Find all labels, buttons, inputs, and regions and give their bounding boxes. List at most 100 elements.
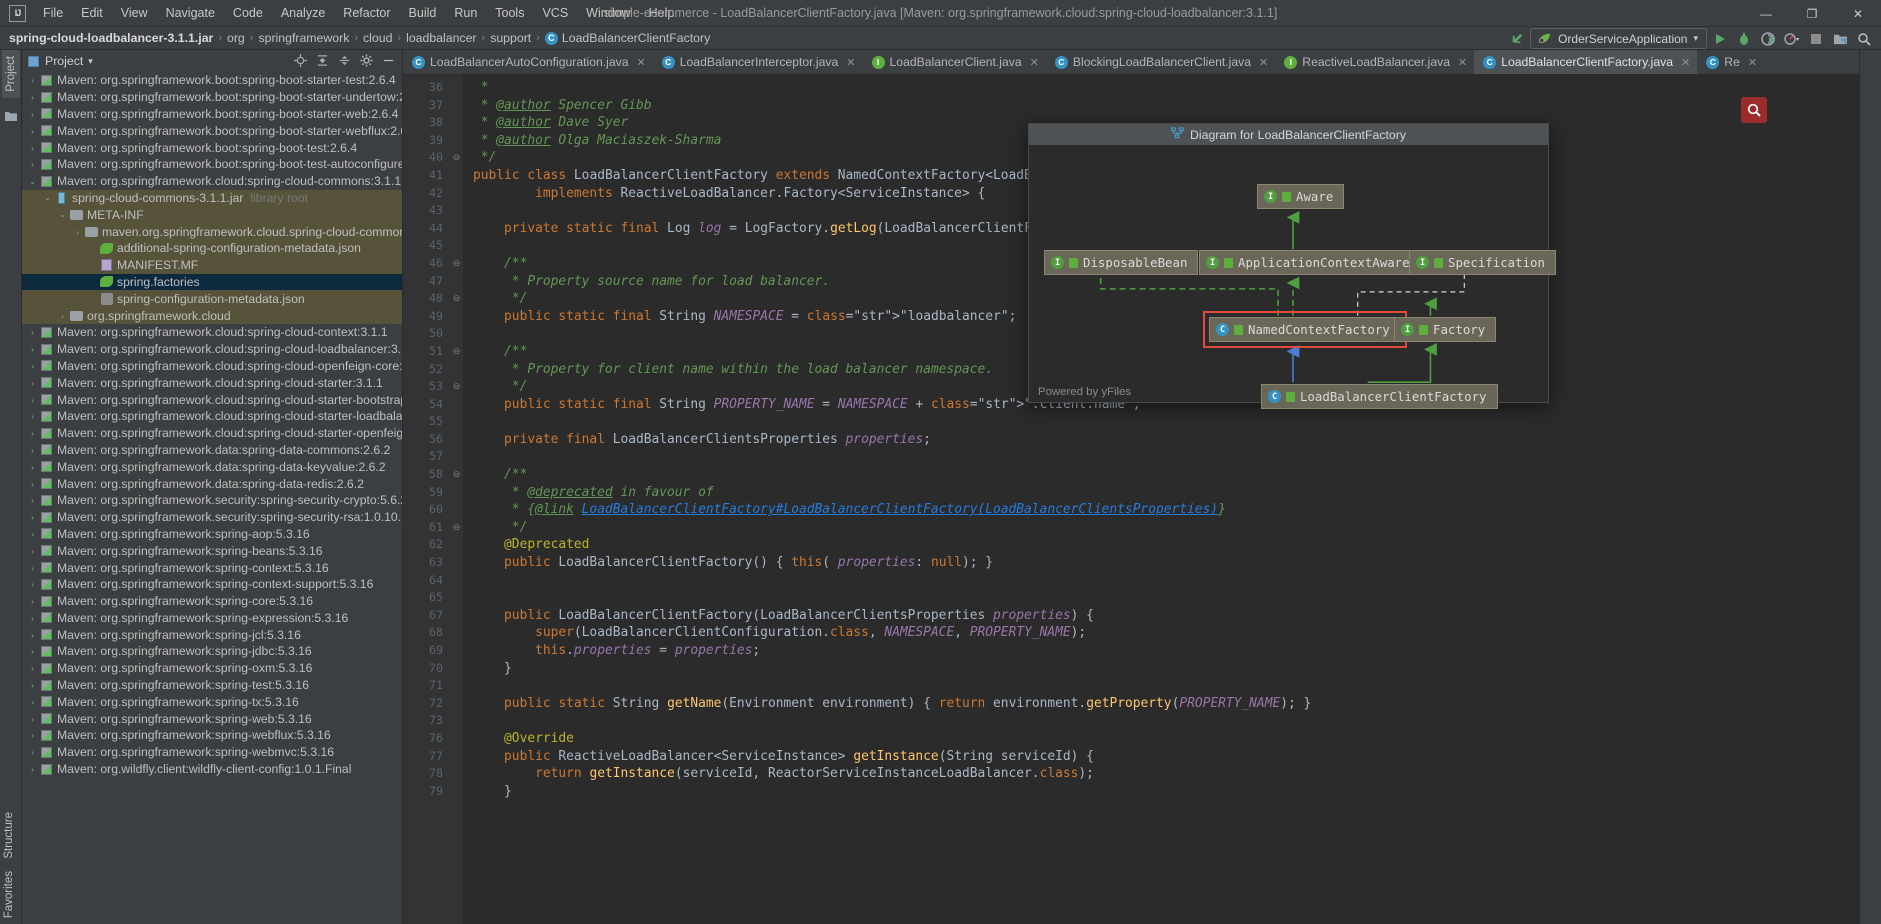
line-number[interactable]: 63 [403, 554, 450, 572]
line-number[interactable]: 52 [403, 361, 450, 379]
close-button[interactable]: ✕ [1835, 0, 1881, 27]
chevron-right-icon[interactable]: › [26, 747, 39, 757]
tree-row[interactable]: ›Maven: org.springframework.cloud:spring… [22, 408, 402, 425]
chevron-right-icon[interactable]: › [26, 479, 39, 489]
fold-marker[interactable] [450, 695, 463, 713]
fold-marker[interactable] [450, 361, 463, 379]
diagram-node-aware[interactable]: IAware [1257, 184, 1344, 209]
fold-marker[interactable] [450, 220, 463, 238]
chevron-right-icon[interactable]: › [26, 697, 39, 707]
breadcrumb-item-1[interactable]: org [227, 31, 245, 45]
chevron-down-icon[interactable]: ⌄ [26, 176, 39, 187]
tree-row[interactable]: ›Maven: org.springframework:spring-webfl… [22, 727, 402, 744]
fold-marker[interactable] [450, 431, 463, 449]
fold-marker[interactable]: ⊖ [450, 378, 463, 396]
line-number[interactable]: 44 [403, 220, 450, 238]
line-number[interactable]: 79 [403, 783, 450, 801]
chevron-right-icon[interactable]: › [26, 395, 39, 405]
close-icon[interactable]: ✕ [1748, 56, 1757, 69]
search-everywhere-icon[interactable] [1853, 28, 1875, 49]
tree-row[interactable]: ›Maven: org.springframework:spring-conte… [22, 559, 402, 576]
tree-row[interactable]: ›Maven: org.springframework:spring-tx:5.… [22, 693, 402, 710]
chevron-right-icon[interactable]: › [26, 646, 39, 656]
tree-row[interactable]: ›Maven: org.springframework.cloud:spring… [22, 341, 402, 358]
fold-marker[interactable] [450, 79, 463, 97]
fold-marker[interactable] [450, 484, 463, 502]
tree-row[interactable]: ›Maven: org.springframework:spring-jcl:5… [22, 626, 402, 643]
tree-row[interactable]: ›Maven: org.springframework.cloud:spring… [22, 425, 402, 442]
menu-item-run[interactable]: Run [445, 2, 486, 24]
fold-marker[interactable] [450, 413, 463, 431]
tree-row[interactable]: ›MANIFEST.MF [22, 257, 402, 274]
maximize-button[interactable]: ❐ [1789, 0, 1835, 27]
chevron-right-icon[interactable]: › [26, 714, 39, 724]
tree-row[interactable]: ›Maven: org.springframework.boot:spring-… [22, 156, 402, 173]
editor-tab[interactable]: ILoadBalancerClient.java✕ [863, 50, 1046, 74]
editor-tab[interactable]: IReactiveLoadBalancer.java✕ [1275, 50, 1474, 74]
line-number[interactable]: 41 [403, 167, 450, 185]
chevron-right-icon[interactable]: › [86, 243, 99, 253]
line-number[interactable]: 65 [403, 589, 450, 607]
chevron-right-icon[interactable]: › [26, 344, 39, 354]
menu-item-code[interactable]: Code [224, 2, 272, 24]
chevron-right-icon[interactable]: › [26, 361, 39, 371]
tree-row[interactable]: ⌄Maven: org.springframework.cloud:spring… [22, 173, 402, 190]
tree-row[interactable]: ›Maven: org.springframework:spring-aop:5… [22, 526, 402, 543]
tree-row[interactable]: ›Maven: org.springframework:spring-webmv… [22, 744, 402, 761]
line-number[interactable]: 56 [403, 431, 450, 449]
fold-marker[interactable] [450, 660, 463, 678]
line-number[interactable]: 72 [403, 695, 450, 713]
menu-item-navigate[interactable]: Navigate [157, 2, 224, 24]
diagram-canvas[interactable]: Powered by yFiles IAwareIDisposableBeanI… [1029, 145, 1548, 402]
breadcrumb-item-4[interactable]: loadbalancer [406, 31, 476, 45]
chevron-right-icon[interactable]: › [26, 680, 39, 690]
line-number[interactable]: 42 [403, 185, 450, 203]
chevron-right-icon[interactable]: › [26, 613, 39, 623]
tree-row[interactable]: ›org.springframework.cloud [22, 307, 402, 324]
editor-tab[interactable]: CBlockingLoadBalancerClient.java✕ [1046, 50, 1275, 74]
tree-row[interactable]: ›spring-configuration-metadata.json [22, 290, 402, 307]
line-number[interactable]: 40 [403, 149, 450, 167]
tree-row[interactable]: ›Maven: org.springframework.cloud:spring… [22, 358, 402, 375]
project-tree[interactable]: ›Maven: org.springframework.boot:spring-… [22, 72, 402, 924]
fold-marker[interactable] [450, 237, 463, 255]
fold-marker[interactable] [450, 448, 463, 466]
tree-row[interactable]: ›maven.org.springframework.cloud.spring-… [22, 223, 402, 240]
expand-all-icon[interactable] [316, 54, 329, 69]
line-number[interactable]: 43 [403, 202, 450, 220]
fold-marker[interactable]: ⊖ [450, 149, 463, 167]
line-number[interactable]: 70 [403, 660, 450, 678]
menu-item-view[interactable]: View [112, 2, 157, 24]
editor-tab[interactable]: CLoadBalancerAutoConfiguration.java✕ [403, 50, 653, 74]
tree-row[interactable]: ⌄META-INF [22, 206, 402, 223]
close-icon[interactable]: ✕ [1458, 56, 1467, 69]
run-icon[interactable] [1709, 28, 1731, 49]
close-icon[interactable]: ✕ [1030, 56, 1039, 69]
chevron-right-icon[interactable]: › [26, 143, 39, 153]
fold-marker[interactable] [450, 765, 463, 783]
fold-marker[interactable] [450, 114, 463, 132]
chevron-right-icon[interactable]: › [26, 579, 39, 589]
tree-row[interactable]: ›Maven: org.springframework:spring-expre… [22, 610, 402, 627]
line-number[interactable]: 54 [403, 396, 450, 414]
tree-row[interactable]: ›Maven: org.springframework.boot:spring-… [22, 89, 402, 106]
tree-row[interactable]: ›Maven: org.springframework:spring-test:… [22, 677, 402, 694]
tree-row[interactable]: ›Maven: org.springframework.cloud:spring… [22, 374, 402, 391]
tree-row[interactable]: ›Maven: org.springframework.boot:spring-… [22, 72, 402, 89]
diagram-node-namedcontextfactory[interactable]: CNamedContextFactory [1209, 317, 1401, 342]
tree-row[interactable]: ›Maven: org.springframework.cloud:spring… [22, 391, 402, 408]
tree-row[interactable]: ›Maven: org.springframework.security:spr… [22, 492, 402, 509]
close-icon[interactable]: ✕ [637, 56, 646, 69]
fold-marker[interactable]: ⊖ [450, 290, 463, 308]
menu-item-build[interactable]: Build [400, 2, 446, 24]
tree-row[interactable]: ⌄spring-cloud-commons-3.1.1.jarlibrary r… [22, 190, 402, 207]
line-number[interactable]: 62 [403, 536, 450, 554]
tree-row[interactable]: ›Maven: org.springframework.data:spring-… [22, 458, 402, 475]
line-number[interactable]: 77 [403, 748, 450, 766]
fold-marker[interactable]: ⊖ [450, 255, 463, 273]
line-number[interactable]: 68 [403, 624, 450, 642]
line-number[interactable]: 50 [403, 325, 450, 343]
line-number[interactable]: 71 [403, 677, 450, 695]
line-number[interactable]: 78 [403, 765, 450, 783]
chevron-right-icon[interactable]: › [26, 730, 39, 740]
